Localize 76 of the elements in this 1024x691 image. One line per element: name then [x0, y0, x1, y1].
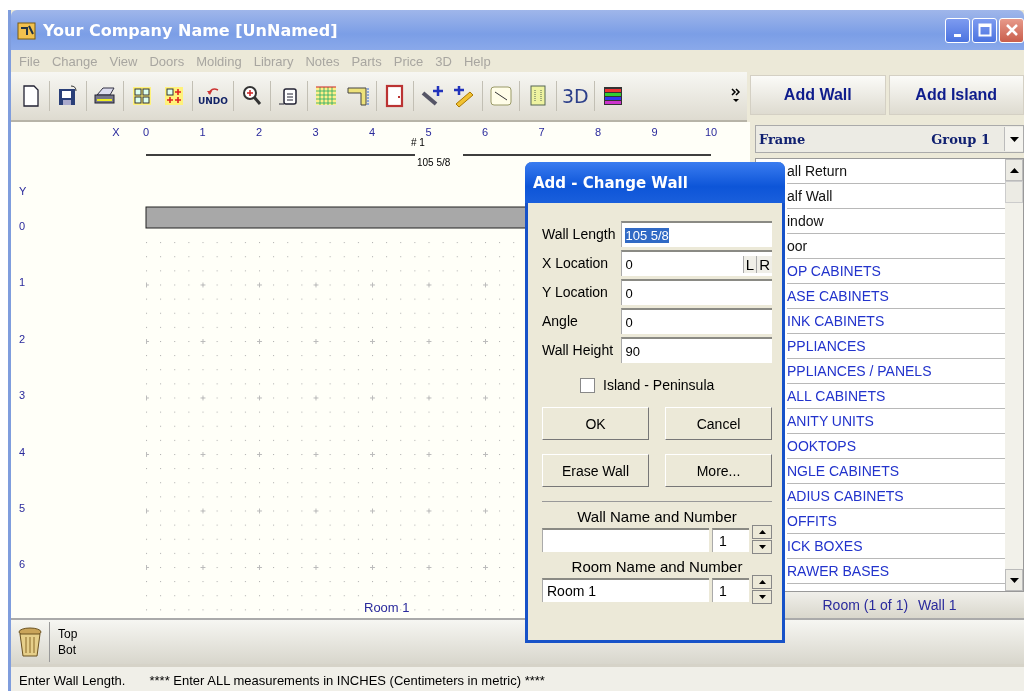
field-label: Y Location: [542, 284, 609, 300]
axis-tick-label: 4: [19, 445, 26, 458]
number-field[interactable]: 1: [712, 527, 749, 552]
scrollbar[interactable]: [1005, 159, 1023, 591]
field-label: Angle: [542, 313, 579, 329]
view-label[interactable]: Bot: [58, 642, 78, 658]
undo-arrow-icon: [205, 86, 221, 96]
axis-tick-label: 2: [19, 332, 26, 345]
dialog-button[interactable]: Cancel: [665, 407, 772, 440]
axis-tick-label: 4: [367, 126, 377, 138]
axis-tick-label: 6: [480, 126, 490, 138]
input-field[interactable]: 90: [621, 337, 772, 363]
name-field[interactable]: Room 1: [542, 577, 709, 602]
axis-tick-label: 5: [425, 126, 433, 138]
axis-tick-label: 3: [19, 389, 26, 402]
dialog-button[interactable]: OK: [542, 407, 649, 440]
axis-tick-label: 9: [650, 126, 659, 138]
input-field[interactable]: 0 L R: [621, 250, 772, 276]
scroll-up-icon[interactable]: [1005, 159, 1023, 181]
input-field[interactable]: 0: [621, 279, 772, 305]
dialog-button[interactable]: More...: [665, 454, 772, 487]
app-icon: [17, 20, 37, 40]
room-label: Room 1: [364, 600, 410, 615]
axis-tick-label: 6: [19, 558, 26, 571]
checkbox[interactable]: [580, 377, 595, 393]
close-button[interactable]: [999, 17, 1024, 43]
spinner[interactable]: [752, 575, 772, 604]
maximize-icon: [977, 23, 992, 37]
input-field[interactable]: 105 5/8: [621, 221, 772, 247]
number-field[interactable]: 1: [712, 577, 749, 602]
axis-tick-label: 7: [537, 126, 546, 138]
close-icon: [1004, 23, 1019, 37]
group-dropdown[interactable]: Frame Group 1: [755, 125, 1024, 153]
wall-number-label: # 1: [411, 137, 425, 148]
group-label: Wall Name and Number: [577, 508, 737, 525]
maximize-button[interactable]: [972, 17, 997, 43]
dialog-title: Add - Change Wall: [525, 162, 785, 203]
field-label: Wall Height: [542, 342, 615, 358]
spinner[interactable]: [752, 525, 772, 554]
dropdown-label: Frame: [758, 131, 806, 147]
room-count-label: Room (1 of 1): [822, 597, 909, 613]
status-text: **** Enter ALL measurements in INCHES (Centimeters in metric) ****: [149, 672, 545, 688]
group-label: Room Name and Number: [571, 558, 743, 575]
dialog-button[interactable]: Erase Wall: [542, 454, 649, 487]
toolbar-button[interactable]: Add Island: [888, 75, 1024, 115]
toolbar-button[interactable]: Add Wall: [750, 75, 886, 115]
status-text: Enter Wall Length.: [19, 672, 126, 688]
minimize-button[interactable]: [945, 17, 970, 43]
name-field[interactable]: [542, 527, 709, 552]
minimize-icon: [954, 33, 961, 37]
axis-label: X: [111, 126, 121, 138]
view-label[interactable]: Top: [58, 626, 78, 642]
axis-tick-label: 3: [311, 126, 320, 138]
side-toggle[interactable]: L: [742, 255, 757, 273]
dropdown-value: Group 1: [931, 131, 990, 147]
field-label: Wall Length: [542, 226, 616, 242]
axis-tick-label: 10: [703, 126, 719, 138]
axis-tick-label: 1: [19, 276, 26, 289]
checkbox-label: Island - Peninsula: [603, 377, 715, 393]
scroll-thumb[interactable]: [1005, 181, 1023, 203]
wall-label: Wall 1: [918, 597, 957, 613]
axis-tick-label: 2: [254, 126, 264, 138]
view-3d-button[interactable]: 3D: [558, 79, 592, 113]
input-field[interactable]: 0: [621, 308, 772, 334]
dimension-label: 105 5/8: [417, 157, 451, 168]
window-title: Your Company Name [UnNamed]: [43, 20, 338, 40]
axis-label: Y: [19, 185, 27, 197]
axis-tick-label: 1: [198, 126, 207, 138]
axis-tick-label: 5: [19, 502, 26, 514]
axis-tick-label: 0: [19, 220, 26, 232]
undo-button[interactable]: UNDO: [195, 79, 231, 113]
scroll-down-icon[interactable]: [1005, 569, 1023, 591]
side-toggle[interactable]: R: [756, 255, 772, 273]
field-label: X Location: [542, 255, 610, 271]
axis-tick-label: 8: [593, 126, 603, 138]
axis-tick-label: 0: [141, 126, 151, 138]
